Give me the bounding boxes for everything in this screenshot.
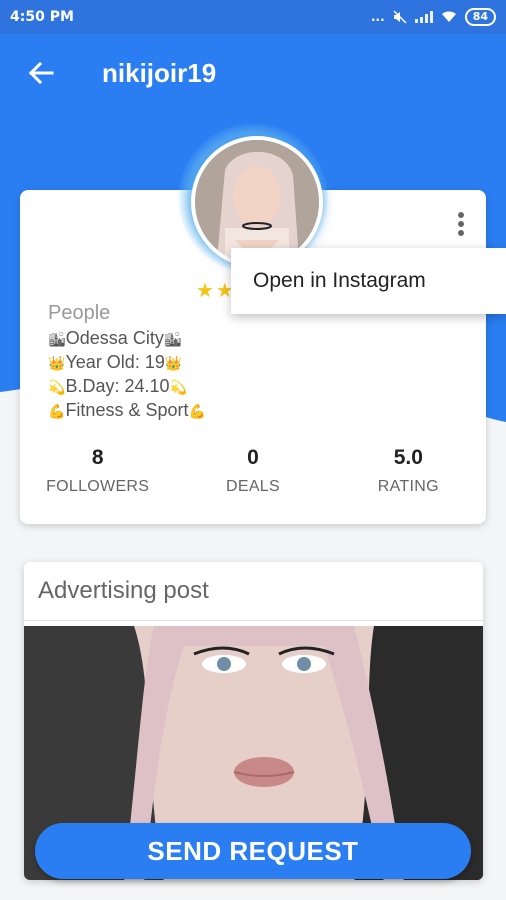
city-icon: 🏙 <box>163 331 182 347</box>
more-status-icon: ... <box>371 10 385 24</box>
profile-bio: People 🏙Odessa City🏙 👑Year Old: 19👑 💫B.D… <box>48 302 206 423</box>
bio-text: B.Day: 24.10 <box>65 376 170 396</box>
advertising-post-title: Advertising post <box>24 562 483 621</box>
more-vertical-icon[interactable] <box>452 210 470 240</box>
stat-label: FOLLOWERS <box>46 478 150 495</box>
stat-deals[interactable]: 0 DEALS <box>175 446 330 496</box>
stat-rating[interactable]: 5.0 RATING <box>331 446 486 496</box>
avatar-image <box>195 140 319 264</box>
page-title: nikijoir19 <box>102 58 217 88</box>
status-bar: 4:50 PM ... 84 <box>0 0 506 34</box>
signal-icon <box>414 11 433 23</box>
app-bar: nikijoir19 <box>0 34 506 112</box>
bio-text: Fitness & Sport <box>65 400 189 420</box>
bio-line: 💪Fitness & Sport💪 <box>48 399 206 423</box>
wifi-icon <box>441 11 456 22</box>
dizzy-icon: 💫 <box>169 379 187 395</box>
status-time: 4:50 PM <box>10 9 74 25</box>
profile-stats: 8 FOLLOWERS 0 DEALS 5.0 RATING <box>20 446 486 496</box>
stat-followers[interactable]: 8 FOLLOWERS <box>20 446 175 496</box>
dizzy-icon: 💫 <box>48 379 66 395</box>
bio-line: 🏙Odessa City🏙 <box>48 327 206 351</box>
status-icons: ... 84 <box>371 8 496 26</box>
send-request-button[interactable]: SEND REQUEST <box>35 823 471 879</box>
bio-text: Year Old: 19 <box>65 352 165 372</box>
crown-icon: 👑 <box>164 355 183 371</box>
rating-stars: ★★ <box>196 278 236 302</box>
bio-line: 👑Year Old: 19👑 <box>48 351 206 375</box>
mute-icon <box>393 10 407 24</box>
open-in-instagram-menu-item[interactable]: Open in Instagram <box>231 248 506 314</box>
city-icon: 🏙 <box>48 331 66 347</box>
muscle-icon: 💪 <box>188 403 206 419</box>
bio-line: 💫B.Day: 24.10💫 <box>48 375 206 399</box>
stat-label: RATING <box>377 478 439 495</box>
crown-icon: 👑 <box>48 355 66 371</box>
stat-value: 8 <box>91 446 104 469</box>
bio-text: Odessa City <box>65 328 164 348</box>
stat-label: DEALS <box>226 478 280 495</box>
stat-value: 0 <box>247 446 259 469</box>
battery-icon: 84 <box>464 8 496 26</box>
muscle-icon: 💪 <box>48 403 66 419</box>
arrow-left-icon[interactable] <box>24 56 58 90</box>
stat-value: 5.0 <box>393 446 423 469</box>
profile-category: People <box>48 302 111 324</box>
